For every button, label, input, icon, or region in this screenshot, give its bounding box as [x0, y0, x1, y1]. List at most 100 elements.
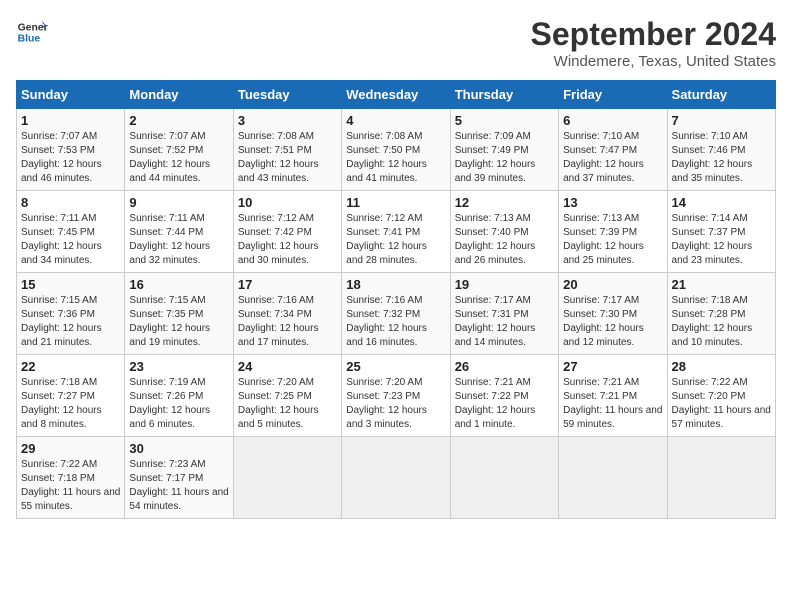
header-sunday: Sunday — [17, 81, 125, 109]
table-row — [559, 437, 667, 519]
header-wednesday: Wednesday — [342, 81, 450, 109]
day-detail: Sunrise: 7:11 AMSunset: 7:45 PMDaylight:… — [21, 213, 102, 266]
day-detail: Sunrise: 7:09 AMSunset: 7:49 PMDaylight:… — [455, 131, 536, 184]
day-detail: Sunrise: 7:14 AMSunset: 7:37 PMDaylight:… — [672, 213, 753, 266]
day-number: 12 — [455, 195, 554, 210]
logo: General Blue — [16, 16, 48, 48]
page-header: General Blue September 2024 Windemere, T… — [16, 16, 776, 70]
day-detail: Sunrise: 7:18 AMSunset: 7:27 PMDaylight:… — [21, 377, 102, 430]
day-detail: Sunrise: 7:23 AMSunset: 7:17 PMDaylight:… — [129, 459, 228, 512]
day-number: 9 — [129, 195, 228, 210]
table-row: 17 Sunrise: 7:16 AMSunset: 7:34 PMDaylig… — [233, 273, 341, 355]
table-row: 1 Sunrise: 7:07 AMSunset: 7:53 PMDayligh… — [17, 109, 125, 191]
day-number: 15 — [21, 277, 120, 292]
day-number: 10 — [238, 195, 337, 210]
table-row: 6 Sunrise: 7:10 AMSunset: 7:47 PMDayligh… — [559, 109, 667, 191]
table-row: 2 Sunrise: 7:07 AMSunset: 7:52 PMDayligh… — [125, 109, 233, 191]
title-block: September 2024 Windemere, Texas, United … — [531, 16, 776, 70]
table-row: 28 Sunrise: 7:22 AMSunset: 7:20 PMDaylig… — [667, 355, 775, 437]
day-detail: Sunrise: 7:20 AMSunset: 7:25 PMDaylight:… — [238, 377, 319, 430]
header-friday: Friday — [559, 81, 667, 109]
day-number: 26 — [455, 359, 554, 374]
day-number: 30 — [129, 441, 228, 456]
table-row: 29 Sunrise: 7:22 AMSunset: 7:18 PMDaylig… — [17, 437, 125, 519]
svg-text:Blue: Blue — [18, 34, 41, 45]
day-detail: Sunrise: 7:07 AMSunset: 7:52 PMDaylight:… — [129, 131, 210, 184]
day-detail: Sunrise: 7:17 AMSunset: 7:31 PMDaylight:… — [455, 295, 536, 348]
table-row: 22 Sunrise: 7:18 AMSunset: 7:27 PMDaylig… — [17, 355, 125, 437]
calendar-week-row: 15 Sunrise: 7:15 AMSunset: 7:36 PMDaylig… — [17, 273, 776, 355]
day-number: 1 — [21, 113, 120, 128]
day-detail: Sunrise: 7:16 AMSunset: 7:32 PMDaylight:… — [346, 295, 427, 348]
day-detail: Sunrise: 7:11 AMSunset: 7:44 PMDaylight:… — [129, 213, 210, 266]
day-number: 28 — [672, 359, 771, 374]
day-detail: Sunrise: 7:22 AMSunset: 7:18 PMDaylight:… — [21, 459, 120, 512]
day-detail: Sunrise: 7:12 AMSunset: 7:42 PMDaylight:… — [238, 213, 319, 266]
day-detail: Sunrise: 7:19 AMSunset: 7:26 PMDaylight:… — [129, 377, 210, 430]
weekday-header-row: Sunday Monday Tuesday Wednesday Thursday… — [17, 81, 776, 109]
day-number: 24 — [238, 359, 337, 374]
table-row: 9 Sunrise: 7:11 AMSunset: 7:44 PMDayligh… — [125, 191, 233, 273]
day-number: 14 — [672, 195, 771, 210]
logo-icon: General Blue — [16, 16, 48, 48]
table-row: 16 Sunrise: 7:15 AMSunset: 7:35 PMDaylig… — [125, 273, 233, 355]
day-detail: Sunrise: 7:17 AMSunset: 7:30 PMDaylight:… — [563, 295, 644, 348]
table-row: 25 Sunrise: 7:20 AMSunset: 7:23 PMDaylig… — [342, 355, 450, 437]
day-detail: Sunrise: 7:13 AMSunset: 7:40 PMDaylight:… — [455, 213, 536, 266]
table-row: 23 Sunrise: 7:19 AMSunset: 7:26 PMDaylig… — [125, 355, 233, 437]
day-number: 25 — [346, 359, 445, 374]
table-row: 7 Sunrise: 7:10 AMSunset: 7:46 PMDayligh… — [667, 109, 775, 191]
table-row: 3 Sunrise: 7:08 AMSunset: 7:51 PMDayligh… — [233, 109, 341, 191]
day-number: 16 — [129, 277, 228, 292]
day-detail: Sunrise: 7:12 AMSunset: 7:41 PMDaylight:… — [346, 213, 427, 266]
table-row: 4 Sunrise: 7:08 AMSunset: 7:50 PMDayligh… — [342, 109, 450, 191]
table-row — [342, 437, 450, 519]
day-detail: Sunrise: 7:15 AMSunset: 7:36 PMDaylight:… — [21, 295, 102, 348]
day-number: 21 — [672, 277, 771, 292]
day-detail: Sunrise: 7:07 AMSunset: 7:53 PMDaylight:… — [21, 131, 102, 184]
day-detail: Sunrise: 7:08 AMSunset: 7:51 PMDaylight:… — [238, 131, 319, 184]
day-detail: Sunrise: 7:10 AMSunset: 7:47 PMDaylight:… — [563, 131, 644, 184]
day-number: 8 — [21, 195, 120, 210]
day-number: 17 — [238, 277, 337, 292]
day-detail: Sunrise: 7:18 AMSunset: 7:28 PMDaylight:… — [672, 295, 753, 348]
table-row — [233, 437, 341, 519]
day-number: 23 — [129, 359, 228, 374]
day-number: 13 — [563, 195, 662, 210]
table-row: 14 Sunrise: 7:14 AMSunset: 7:37 PMDaylig… — [667, 191, 775, 273]
page-title: September 2024 — [531, 16, 776, 53]
calendar-week-row: 22 Sunrise: 7:18 AMSunset: 7:27 PMDaylig… — [17, 355, 776, 437]
day-number: 22 — [21, 359, 120, 374]
day-detail: Sunrise: 7:08 AMSunset: 7:50 PMDaylight:… — [346, 131, 427, 184]
table-row: 26 Sunrise: 7:21 AMSunset: 7:22 PMDaylig… — [450, 355, 558, 437]
header-monday: Monday — [125, 81, 233, 109]
day-number: 7 — [672, 113, 771, 128]
day-detail: Sunrise: 7:22 AMSunset: 7:20 PMDaylight:… — [672, 377, 771, 430]
header-thursday: Thursday — [450, 81, 558, 109]
day-detail: Sunrise: 7:13 AMSunset: 7:39 PMDaylight:… — [563, 213, 644, 266]
table-row: 8 Sunrise: 7:11 AMSunset: 7:45 PMDayligh… — [17, 191, 125, 273]
calendar-table: Sunday Monday Tuesday Wednesday Thursday… — [16, 80, 776, 519]
day-number: 6 — [563, 113, 662, 128]
calendar-week-row: 1 Sunrise: 7:07 AMSunset: 7:53 PMDayligh… — [17, 109, 776, 191]
day-number: 19 — [455, 277, 554, 292]
day-number: 2 — [129, 113, 228, 128]
day-number: 20 — [563, 277, 662, 292]
day-number: 18 — [346, 277, 445, 292]
table-row: 20 Sunrise: 7:17 AMSunset: 7:30 PMDaylig… — [559, 273, 667, 355]
day-detail: Sunrise: 7:15 AMSunset: 7:35 PMDaylight:… — [129, 295, 210, 348]
page-subtitle: Windemere, Texas, United States — [531, 53, 776, 70]
day-detail: Sunrise: 7:10 AMSunset: 7:46 PMDaylight:… — [672, 131, 753, 184]
table-row: 5 Sunrise: 7:09 AMSunset: 7:49 PMDayligh… — [450, 109, 558, 191]
header-saturday: Saturday — [667, 81, 775, 109]
header-tuesday: Tuesday — [233, 81, 341, 109]
day-detail: Sunrise: 7:20 AMSunset: 7:23 PMDaylight:… — [346, 377, 427, 430]
day-number: 3 — [238, 113, 337, 128]
table-row: 15 Sunrise: 7:15 AMSunset: 7:36 PMDaylig… — [17, 273, 125, 355]
table-row: 24 Sunrise: 7:20 AMSunset: 7:25 PMDaylig… — [233, 355, 341, 437]
day-number: 4 — [346, 113, 445, 128]
day-number: 5 — [455, 113, 554, 128]
table-row — [450, 437, 558, 519]
table-row: 12 Sunrise: 7:13 AMSunset: 7:40 PMDaylig… — [450, 191, 558, 273]
table-row — [667, 437, 775, 519]
